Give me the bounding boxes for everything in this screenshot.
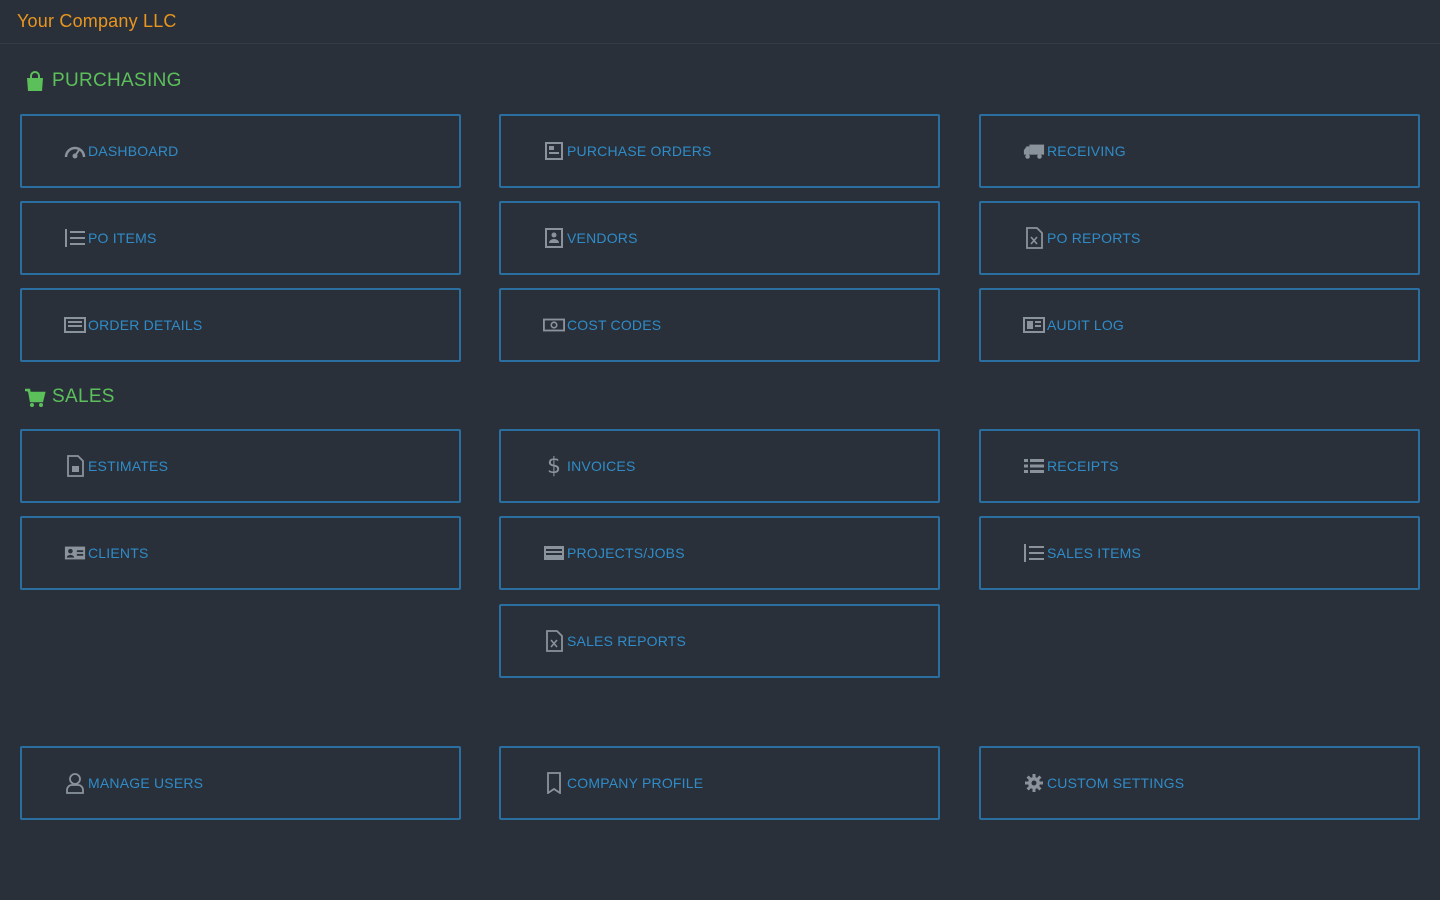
tile-label: PROJECTS/JOBS: [567, 545, 685, 561]
tile-audit-log[interactable]: AUDIT LOG: [979, 288, 1420, 362]
tile-receiving[interactable]: RECEIVING: [979, 114, 1420, 188]
purchase-orders-icon: [543, 140, 565, 162]
tile-dashboard[interactable]: DASHBOARD: [20, 114, 461, 188]
tile-label: COMPANY PROFILE: [567, 775, 704, 791]
bookmark-icon: [543, 772, 565, 794]
report-file-icon: [1023, 227, 1045, 249]
company-name[interactable]: Your Company LLC: [17, 11, 177, 32]
tile-label: PO REPORTS: [1047, 230, 1141, 246]
truck-icon: [1023, 140, 1045, 162]
list-icon: [64, 227, 86, 249]
section-title-purchasing: PURCHASING: [24, 70, 182, 92]
tile-estimates[interactable]: ESTIMATES: [20, 429, 461, 503]
tile-label: INVOICES: [567, 458, 636, 474]
tile-manage-users[interactable]: MANAGE USERS: [20, 746, 461, 820]
tile-label: SALES ITEMS: [1047, 545, 1142, 561]
tile-projects-jobs[interactable]: PROJECTS/JOBS: [499, 516, 940, 590]
section-title-label: SALES: [52, 386, 115, 407]
vendor-icon: [543, 227, 565, 249]
tile-label: RECEIPTS: [1047, 458, 1119, 474]
receipt-list-icon: [1023, 455, 1045, 477]
section-title-label: PURCHASING: [52, 70, 182, 91]
tile-sales-items[interactable]: SALES ITEMS: [979, 516, 1420, 590]
list-icon: [1023, 542, 1045, 564]
tile-receipts[interactable]: RECEIPTS: [979, 429, 1420, 503]
tile-sales-reports[interactable]: SALES REPORTS: [499, 604, 940, 678]
tile-cost-codes[interactable]: COST CODES: [499, 288, 940, 362]
tile-vendors[interactable]: VENDORS: [499, 201, 940, 275]
estimate-file-icon: [64, 455, 86, 477]
dashboard-icon: [64, 140, 86, 162]
tile-label: VENDORS: [567, 230, 638, 246]
tile-label: DASHBOARD: [88, 143, 179, 159]
report-file-icon: [543, 630, 565, 652]
tile-clients[interactable]: CLIENTS: [20, 516, 461, 590]
log-icon: [1023, 314, 1045, 336]
client-card-icon: [64, 542, 86, 564]
tile-purchase-orders[interactable]: PURCHASE ORDERS: [499, 114, 940, 188]
tile-label: ESTIMATES: [88, 458, 169, 474]
tile-po-items[interactable]: PO ITEMS: [20, 201, 461, 275]
tile-custom-settings[interactable]: CUSTOM SETTINGS: [979, 746, 1420, 820]
section-title-sales: SALES: [24, 386, 115, 408]
top-bar: Your Company LLC: [0, 0, 1440, 44]
shopping-bag-icon: [24, 70, 46, 92]
tile-label: COST CODES: [567, 317, 662, 333]
tile-order-details[interactable]: ORDER DETAILS: [20, 288, 461, 362]
tile-label: RECEIVING: [1047, 143, 1126, 159]
tile-label: SALES REPORTS: [567, 633, 687, 649]
order-details-icon: [64, 314, 86, 336]
tile-invoices[interactable]: $ INVOICES: [499, 429, 940, 503]
dollar-icon: $: [547, 453, 561, 479]
tile-label: CUSTOM SETTINGS: [1047, 775, 1185, 791]
tile-label: PURCHASE ORDERS: [567, 143, 712, 159]
tile-label: ORDER DETAILS: [88, 317, 203, 333]
projects-icon: [543, 542, 565, 564]
money-icon: [543, 314, 565, 336]
tile-label: MANAGE USERS: [88, 775, 204, 791]
tile-label: CLIENTS: [88, 545, 149, 561]
tile-company-profile[interactable]: COMPANY PROFILE: [499, 746, 940, 820]
cart-icon: [24, 386, 46, 408]
tile-label: AUDIT LOG: [1047, 317, 1125, 333]
tile-label: PO ITEMS: [88, 230, 157, 246]
user-icon: [64, 772, 86, 794]
gear-icon: [1023, 772, 1045, 794]
tile-po-reports[interactable]: PO REPORTS: [979, 201, 1420, 275]
